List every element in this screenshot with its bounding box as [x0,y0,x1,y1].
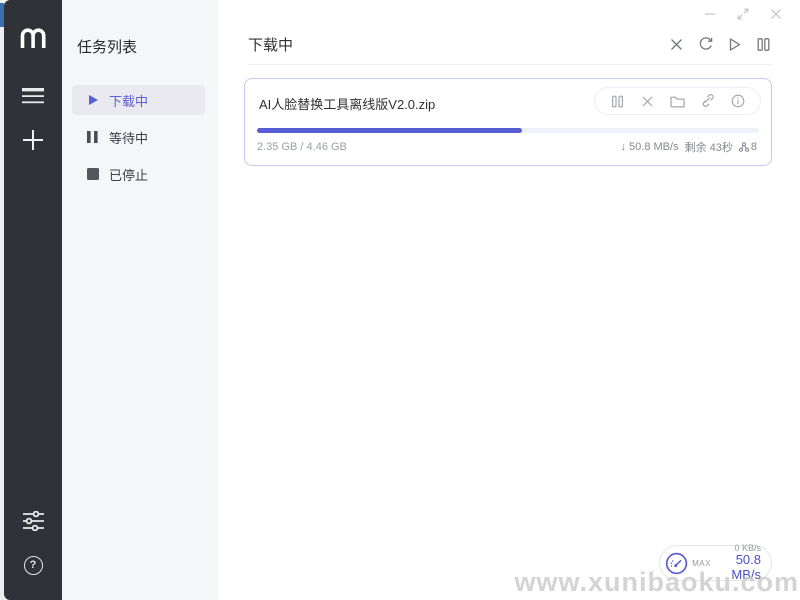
pause-icon [86,131,99,144]
app-rail: ? [4,0,62,600]
sidebar-item-waiting[interactable]: 等待中 [72,122,205,152]
sidebar-item-stopped[interactable]: 已停止 [72,159,205,189]
sidebar-item-label: 已停止 [109,165,148,184]
download-speed: 50.8 MB/s [711,553,761,583]
download-speed-text: ↓ 50.8 MB/s [621,141,679,153]
preferences-icon[interactable] [18,506,48,536]
restore-icon[interactable] [736,8,749,21]
resume-all-icon[interactable] [726,36,743,53]
minimize-icon[interactable] [703,8,716,21]
size-progress-text: 2.35 GB / 4.46 GB [257,141,347,153]
sidebar-item-label: 下载中 [109,91,148,110]
play-icon [86,94,99,107]
peers-icon [739,142,749,152]
task-filename: AI人脸替换工具离线版V2.0.zip [259,94,435,113]
delete-task-icon[interactable] [668,36,685,53]
panel-title: 任务列表 [62,0,218,57]
delete-icon[interactable] [640,94,655,109]
help-icon[interactable]: ? [18,550,48,580]
progress-bar [257,128,759,133]
peers-count: 8 [751,141,757,153]
page-title: 下载中 [248,34,293,55]
link-icon[interactable] [700,94,715,109]
task-action-pill [594,87,761,115]
speedometer-icon [665,550,688,577]
pause-task-icon[interactable] [610,94,625,109]
progress-fill [257,128,522,133]
close-icon[interactable] [769,8,782,21]
pause-all-icon[interactable] [755,36,772,53]
info-icon[interactable] [730,94,745,109]
refresh-icon[interactable] [697,36,714,53]
task-list-panel: 任务列表 下载中 等待中 已停止 [62,0,218,600]
download-task-card[interactable]: AI人脸替换工具离线版V2.0.zip [244,78,772,166]
main-area: 下载中 AI人脸替换工具离线版V2.0 [218,0,800,600]
task-list-icon[interactable] [18,81,48,111]
remaining-time-text: 剩余 43秒 [685,139,733,155]
folder-icon[interactable] [670,94,685,109]
max-label: MAX [692,559,711,568]
speed-widget[interactable]: MAX 0 KB/s 50.8 MB/s [659,545,772,581]
motrix-logo [18,26,48,55]
sidebar-item-label: 等待中 [109,128,148,147]
stop-icon [86,168,99,181]
window-controls [670,0,800,28]
sidebar-item-downloading[interactable]: 下载中 [72,85,205,115]
help-glyph: ? [24,556,43,575]
add-task-icon[interactable] [18,125,48,155]
header-divider [248,64,772,65]
